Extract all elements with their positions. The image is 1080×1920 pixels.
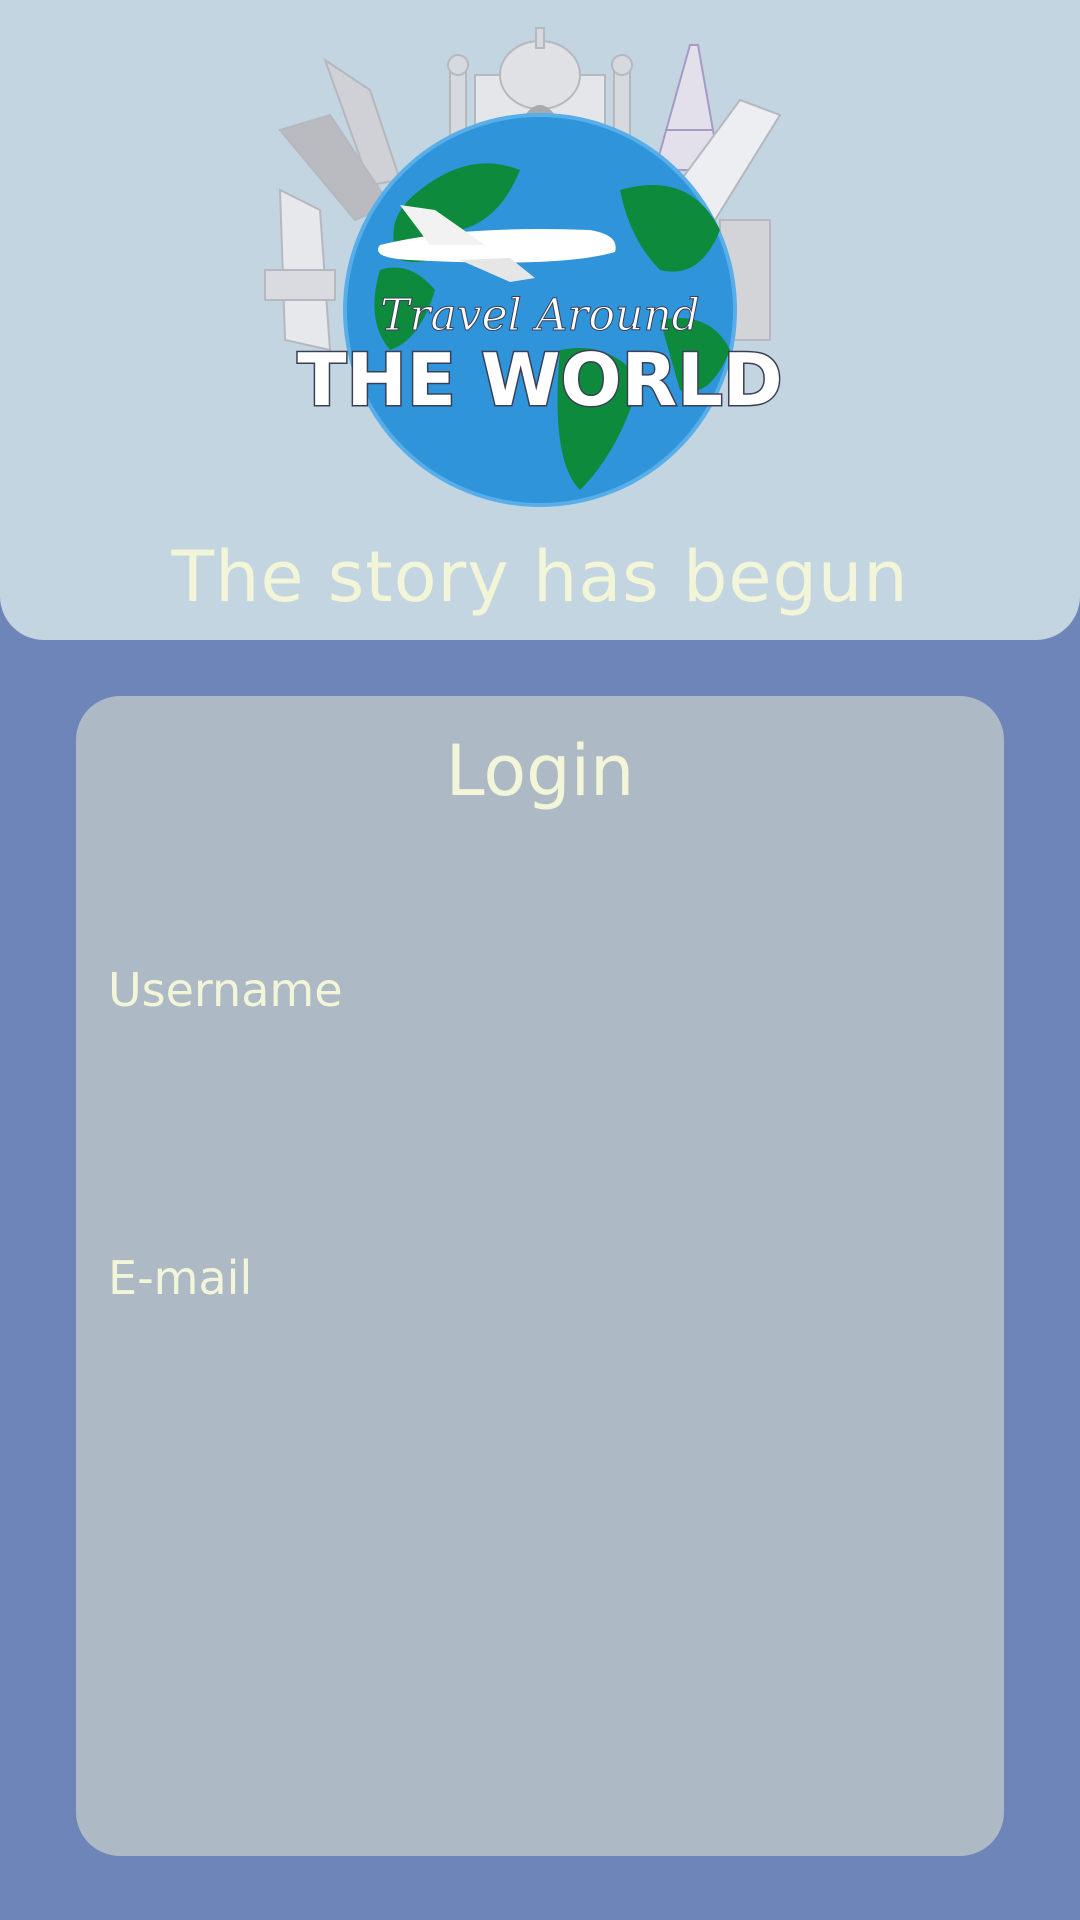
header-panel: Travel Around THE WORLD The story has be… bbox=[0, 0, 1080, 640]
username-label: Username bbox=[108, 963, 343, 1017]
login-card: Login Username E-mail bbox=[76, 696, 1004, 1856]
logo-title-text: THE WORLD bbox=[297, 338, 782, 422]
travel-around-the-world-logo: Travel Around THE WORLD bbox=[264, 27, 784, 507]
email-label: E-mail bbox=[108, 1251, 253, 1305]
email-input[interactable] bbox=[108, 1324, 972, 1414]
login-title: Login bbox=[445, 730, 635, 812]
logo-script-text: Travel Around bbox=[380, 290, 700, 341]
tagline: The story has begun bbox=[171, 536, 909, 618]
username-input[interactable] bbox=[108, 1036, 972, 1126]
